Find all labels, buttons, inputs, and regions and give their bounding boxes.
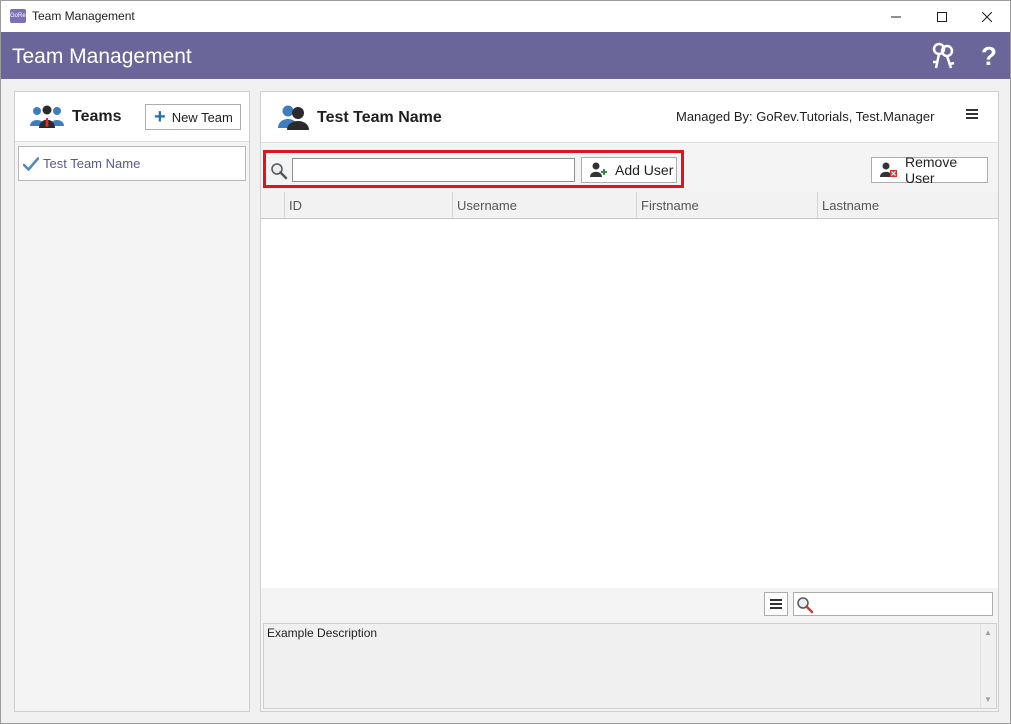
- page-title: Team Management: [12, 45, 192, 68]
- minimize-icon: [891, 16, 901, 17]
- column-header-lastname[interactable]: Lastname: [817, 192, 998, 218]
- scroll-up-icon[interactable]: ▲: [984, 628, 992, 637]
- add-user-icon: [590, 162, 608, 178]
- user-toolbar: Add User Remove User: [261, 144, 998, 192]
- user-grid-body: [261, 219, 998, 588]
- new-team-button[interactable]: + New Team: [145, 104, 241, 130]
- app-window: GoRev Team Management Team Management ?: [0, 0, 1011, 724]
- keys-button[interactable]: [929, 41, 957, 71]
- remove-user-button[interactable]: Remove User: [871, 154, 988, 186]
- maximize-button[interactable]: [919, 1, 965, 32]
- description-text: Example Description: [267, 626, 378, 640]
- team-detail-header: Test Team Name Managed By: GoRev.Tutoria…: [261, 92, 998, 143]
- new-team-label: New Team: [171, 109, 233, 125]
- teams-panel-header: Teams + New Team: [15, 92, 249, 142]
- close-icon: [982, 11, 992, 22]
- help-button[interactable]: ?: [975, 41, 1003, 71]
- plus-icon: +: [154, 106, 166, 128]
- column-header-username[interactable]: Username: [452, 192, 636, 218]
- add-user-label: Add User: [615, 162, 674, 178]
- grid-filter-box: [793, 592, 993, 616]
- help-icon: ?: [981, 40, 997, 71]
- window-title: Team Management: [32, 9, 135, 23]
- maximize-icon: [937, 11, 947, 22]
- grid-footer: [261, 588, 998, 622]
- scroll-down-icon[interactable]: ▼: [984, 695, 992, 704]
- users-icon: [278, 105, 309, 130]
- column-header-id[interactable]: ID: [284, 192, 452, 218]
- keys-icon: [932, 42, 955, 69]
- teams-panel: Teams + New Team Test Team Name: [14, 91, 250, 712]
- add-user-button[interactable]: Add User: [581, 157, 677, 183]
- teams-title: Teams: [72, 108, 122, 125]
- remove-user-label: Remove User: [905, 154, 958, 186]
- team-list-item-label: Test Team Name: [43, 156, 141, 171]
- user-search-input[interactable]: [292, 158, 575, 182]
- team-name-heading: Test Team Name: [317, 109, 442, 126]
- description-scrollbar[interactable]: ▲ ▼: [980, 624, 996, 708]
- magnifier-icon: [797, 597, 814, 614]
- managed-by-text: Managed By: GoRev.Tutorials, Test.Manage…: [676, 109, 935, 124]
- description-box[interactable]: Example Description ▲ ▼: [263, 623, 997, 709]
- checkmark-icon: [23, 156, 39, 171]
- app-icon: GoRev: [10, 9, 29, 23]
- grid-filter-input[interactable]: [816, 594, 990, 614]
- team-list-item[interactable]: Test Team Name: [18, 146, 246, 181]
- team-group-icon: [30, 105, 64, 128]
- remove-user-icon: [880, 162, 898, 178]
- list-icon: [770, 599, 782, 609]
- menu-icon[interactable]: [964, 106, 980, 122]
- app-header: Team Management ?: [1, 32, 1010, 79]
- column-header-firstname[interactable]: Firstname: [636, 192, 817, 218]
- search-icon: [271, 163, 288, 180]
- user-grid-header: ID Username Firstname Lastname: [261, 192, 998, 219]
- title-bar: GoRev Team Management: [1, 1, 1010, 32]
- team-detail-panel: Test Team Name Managed By: GoRev.Tutoria…: [260, 91, 999, 712]
- minimize-button[interactable]: [873, 1, 919, 32]
- close-button[interactable]: [964, 1, 1010, 32]
- column-chooser-button[interactable]: [764, 592, 788, 616]
